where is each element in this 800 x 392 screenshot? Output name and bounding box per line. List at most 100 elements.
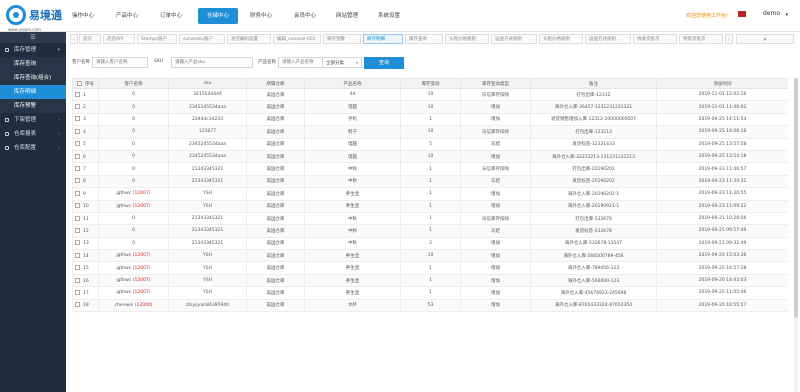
- row-checkbox[interactable]: [75, 203, 80, 209]
- table-row[interactable]: 70 21343345321 美国仓库 中秋 1 乐信库存扣除 打包出库-20190202…: [72, 162, 788, 176]
- customer-input[interactable]: [92, 57, 148, 68]
- sku-input[interactable]: [171, 57, 253, 68]
- sidebar-item-stock-warning[interactable]: 库存预警: [0, 99, 66, 113]
- table-row[interactable]: 13 0 21343345321 美国仓库 中秋 2 增加 海外仓入库-532678-135…: [72, 236, 788, 251]
- cell-note: 海外仓入库-20190921-1: [530, 199, 657, 213]
- nav-item-website[interactable]: 网站管理: [330, 8, 364, 24]
- tab-ship-code[interactable]: 发货编码设置: [227, 34, 271, 44]
- row-checkbox[interactable]: [75, 289, 80, 295]
- nav-item-member[interactable]: 会员中心: [288, 8, 322, 24]
- row-checkbox[interactable]: [75, 166, 80, 172]
- cell-qty-change: 5: [400, 137, 461, 151]
- tab-price-rule-2[interactable]: 头程价格规则: [539, 34, 583, 44]
- table-row[interactable]: 15 jgthwc (12007) YSH 美国仓库 养生壶 1 增加 海外仓入库-78945…: [72, 261, 788, 275]
- cell-customer: 0: [98, 149, 169, 164]
- row-checkbox[interactable]: [75, 178, 80, 184]
- cell-note: 发货标签-532678: [530, 224, 657, 238]
- tab-ship-rule-2[interactable]: 运送方式规则: [585, 34, 631, 44]
- table-row[interactable]: 80 21343345321 美国仓库 中秋 1 冻结 发货标签-20190202 2019…: [72, 174, 788, 189]
- cell-product: 电脑: [304, 100, 401, 114]
- tab-stamps[interactable]: Stamps账户: [137, 34, 177, 44]
- cell-qty-change: 1: [400, 224, 461, 238]
- row-checkbox[interactable]: [75, 91, 80, 97]
- row-checkbox[interactable]: [75, 215, 80, 221]
- tab-pending-pick[interactable]: 待拣货批次: [679, 34, 723, 44]
- sidebar-group-label: 仓库报表: [14, 131, 37, 137]
- tab-pending-receive[interactable]: 待收货批次: [633, 34, 677, 44]
- cell-product: 中秋: [304, 162, 401, 176]
- sidebar-group-config[interactable]: 仓库配置 ›: [0, 141, 66, 155]
- cell-qty-change: 1: [400, 174, 461, 189]
- row-checkbox[interactable]: [75, 227, 80, 233]
- tab-stock-detail[interactable]: 库存明细: [363, 34, 403, 44]
- tab-stock-query[interactable]: 库存查询: [405, 34, 443, 44]
- cell-change-type: 增加: [460, 286, 531, 300]
- row-checkbox[interactable]: [75, 190, 80, 196]
- table-row[interactable]: 12 0 21343345321 美国仓库 中秋 1 冻结 发货标签-532678 2019-…: [72, 224, 788, 238]
- menu-toggle-icon[interactable]: ☰: [0, 32, 66, 43]
- table-row[interactable]: 30 2344dc34233 美国仓库 手机 1 增加 退货销售增加入库-12312-10…: [72, 112, 788, 127]
- table-row[interactable]: 14 jgthwc (12007) YSH 美国仓库 养生壶 10 增加 海外仓入库-5660…: [72, 249, 788, 263]
- sidebar-group-reports[interactable]: 仓库报表 ›: [0, 127, 66, 141]
- row-checkbox[interactable]: [75, 265, 80, 271]
- cell-warehouse: 美国仓库: [246, 249, 305, 263]
- select-all-checkbox[interactable]: [77, 80, 82, 86]
- sidebar-item-stock-query-combo[interactable]: 库存查询(组合): [0, 71, 66, 85]
- table-row[interactable]: 10 jgthwc (12007) YSH 美国仓库 养生壶 1 增加 海外仓入库-20190…: [72, 199, 788, 213]
- row-checkbox[interactable]: [75, 128, 80, 134]
- table-row[interactable]: 60 2345245534aaa 美国仓库 电脑 10 增加 海外仓入库-32213213…: [72, 149, 788, 164]
- nav-item-product[interactable]: 产品中心: [110, 8, 144, 24]
- cell-product: 中秋: [304, 174, 401, 189]
- row-checkbox[interactable]: [75, 153, 80, 159]
- tab-stock-warning[interactable]: 库存预警: [323, 34, 361, 44]
- row-checkbox[interactable]: [75, 277, 80, 283]
- table-row[interactable]: 11 0 21343345321 美国仓库 中秋 1 乐信库存扣除 打包出库-532678 2…: [72, 211, 788, 226]
- row-checkbox[interactable]: [75, 116, 80, 122]
- sidebar-group-inventory[interactable]: 库存管理 ▾: [0, 43, 66, 57]
- tab-home[interactable]: 首页: [79, 34, 101, 44]
- chevron-down-icon[interactable]: ▾: [785, 12, 788, 18]
- sidebar-item-stock-detail[interactable]: 库存明细: [0, 85, 66, 99]
- category-select-value: 全部分类: [326, 61, 344, 66]
- table-row[interactable]: 20 2345245534aaa 美国仓库 电脑 10 增加 海外仓入库-36457-12…: [72, 100, 788, 114]
- table-row[interactable]: 10 3415544444 美国仓库 44 10 乐信库存扣除 打包出库-12312 201…: [72, 87, 788, 102]
- tab-scroll-left-icon[interactable]: ‹: [70, 34, 78, 44]
- row-checkbox[interactable]: [75, 252, 80, 258]
- nav-item-operation[interactable]: 操作中心: [66, 8, 100, 24]
- cell-change-type: 乐信库存扣除: [460, 125, 531, 139]
- tab-sunzeallu[interactable]: sunzeallu账户: [179, 34, 225, 44]
- query-button[interactable]: 查询: [364, 57, 404, 69]
- user-name[interactable]: demo: [763, 10, 780, 17]
- scrollbar[interactable]: [794, 78, 798, 392]
- table-row[interactable]: 50 2345245534aaa 美国仓库 电脑 5 冻结 发货标签-12321433 20…: [72, 137, 788, 151]
- welcome-notice[interactable]: 欢迎您使用工作台!: [686, 12, 728, 19]
- nav-item-settings[interactable]: 系统设置: [372, 8, 406, 24]
- table-row[interactable]: 18 chenwei (12000) zhiyijuan84395940 美国仓库 水杯…: [72, 298, 788, 313]
- tab-ship-rule[interactable]: 运送方式规则: [491, 34, 537, 44]
- tab-edit[interactable]: 编辑_sunzeal-001: [273, 34, 321, 44]
- sidebar-group-delist[interactable]: 下架管理 ›: [0, 113, 66, 127]
- row-checkbox[interactable]: [75, 302, 80, 308]
- top-bar: 易境通 www.yejom.com 操作中心 产品中心 订单中心 仓储中心 财务…: [0, 0, 800, 32]
- category-select[interactable]: 全部分类 ▾: [322, 57, 362, 68]
- row-checkbox[interactable]: [75, 240, 80, 246]
- table-row[interactable]: 17 jgthwc (12007) YSH 美国仓库 养生壶 1 增加 海外仓入库-45678…: [72, 286, 788, 300]
- table-row[interactable]: 16 jgthwc (12007) YSH 美国仓库 养生壶 1 增加 海外仓入库-56600…: [72, 273, 788, 288]
- cell-warehouse: 美国仓库: [246, 100, 305, 114]
- row-checkbox[interactable]: [75, 141, 80, 147]
- cell-note: 退货销售增加入库-12312-10000000007: [530, 112, 657, 127]
- nav-item-warehouse[interactable]: 仓储中心: [198, 8, 238, 24]
- tab-scroll-right-icon[interactable]: ›: [725, 34, 733, 44]
- tab-options-icon[interactable]: ▾: [736, 34, 794, 44]
- tab-price-rule[interactable]: 头程价格规则: [445, 34, 489, 44]
- row-checkbox[interactable]: [75, 104, 80, 110]
- sidebar-item-stock-query[interactable]: 库存查询: [0, 57, 66, 71]
- table-row[interactable]: 40 123677 美国仓库 鞋子 10 乐信库存扣除 打包出库-123213 2019-0…: [72, 125, 788, 139]
- nav-item-finance[interactable]: 财务中心: [244, 8, 278, 24]
- tab-api[interactable]: 店店API: [103, 34, 135, 44]
- table-row[interactable]: 9 jgthwc (12007) YSH 美国仓库 养生壶 1 增加 海外仓入库-201902…: [72, 187, 788, 201]
- logo[interactable]: 易境通 www.yejom.com: [6, 5, 66, 32]
- cell-warehouse: 美国仓库: [246, 149, 305, 164]
- nav-item-order[interactable]: 订单中心: [154, 8, 188, 24]
- scrollbar-thumb[interactable]: [794, 78, 798, 318]
